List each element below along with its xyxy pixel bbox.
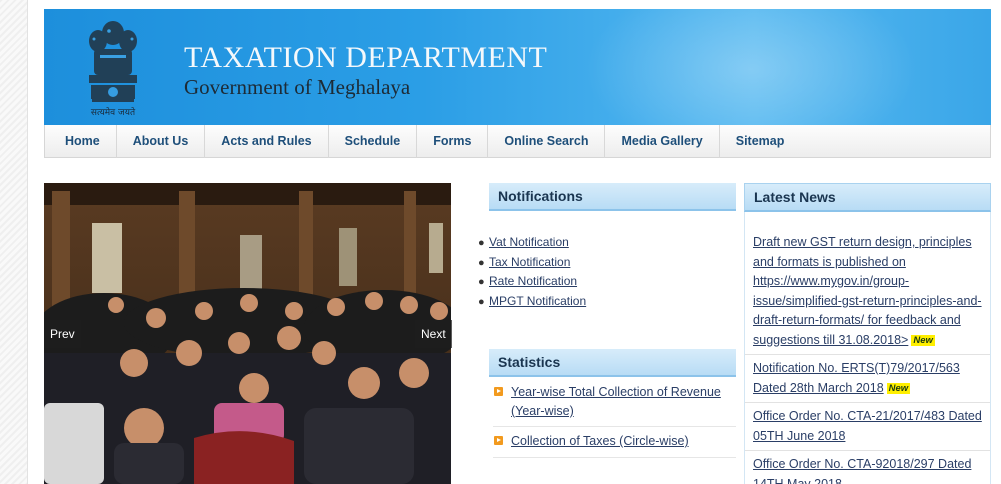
- news-link-erts-notification[interactable]: Notification No. ERTS(T)79/2017/563 Date…: [753, 361, 960, 395]
- rate-notification-link[interactable]: Rate Notification: [489, 274, 577, 288]
- statistics-heading: Statistics: [489, 349, 736, 377]
- mpgt-notification-link[interactable]: MPGT Notification: [489, 294, 586, 308]
- news-link-gst-draft[interactable]: Draft new GST return design, principles …: [753, 235, 982, 347]
- nav-schedule[interactable]: Schedule: [329, 124, 418, 158]
- slideshow-next-button[interactable]: Next: [415, 320, 452, 348]
- notifications-list: ● Vat Notification ● Tax Notification ● Rat…: [478, 233, 586, 311]
- slideshow-prev-button[interactable]: Prev: [44, 320, 81, 348]
- latest-news-heading: Latest News: [744, 183, 991, 212]
- main-navigation: Home About Us Acts and Rules Schedule Fo…: [44, 124, 991, 158]
- nav-sitemap[interactable]: Sitemap: [720, 125, 801, 158]
- circle-wise-collection-link[interactable]: Collection of Taxes (Circle-wise): [511, 434, 689, 448]
- site-title: TAXATION DEPARTMENT: [184, 41, 548, 74]
- tax-notification-link[interactable]: Tax Notification: [489, 255, 570, 269]
- notification-item: ● Vat Notification: [478, 233, 586, 253]
- latest-news-list: Draft new GST return design, principles …: [744, 212, 991, 484]
- new-badge: New: [911, 334, 935, 346]
- nav-forms[interactable]: Forms: [417, 124, 489, 158]
- site-subtitle: Government of Meghalaya: [184, 75, 411, 99]
- slideshow-photo: [44, 183, 451, 484]
- nav-online-search[interactable]: Online Search: [488, 124, 606, 158]
- site-header-banner: सत्यमेव जयते TAXATION DEPARTMENT Governm…: [44, 9, 991, 125]
- notification-item: ● Tax Notification: [478, 253, 586, 273]
- news-item: Notification No. ERTS(T)79/2017/563 Date…: [745, 355, 990, 403]
- statistics-item: Collection of Taxes (Circle-wise): [493, 432, 736, 458]
- new-badge: New: [886, 382, 911, 394]
- nav-acts-and-rules[interactable]: Acts and Rules: [205, 124, 329, 158]
- bullet-icon: ●: [478, 295, 485, 308]
- notification-item: ● MPGT Notification: [478, 292, 586, 312]
- orange-arrow-icon: [494, 436, 503, 445]
- news-item: Office Order No. CTA-92018/297 Dated 14T…: [745, 451, 990, 484]
- statistics-list: Year-wise Total Collection of Revenue (Y…: [493, 383, 736, 458]
- statistics-item: Year-wise Total Collection of Revenue (Y…: [493, 383, 736, 427]
- emblem-motto: सत्यमेव जयते: [90, 108, 136, 118]
- orange-arrow-icon: [494, 387, 503, 396]
- news-item: Office Order No. CTA-21/2017/483 Dated 0…: [745, 403, 990, 451]
- nav-about-us[interactable]: About Us: [117, 124, 206, 158]
- news-link-cta-21-order[interactable]: Office Order No. CTA-21/2017/483 Dated 0…: [753, 409, 982, 443]
- bullet-icon: ●: [478, 276, 485, 288]
- notification-item: ● Rate Notification: [478, 272, 586, 292]
- nav-media-gallery[interactable]: Media Gallery: [605, 124, 720, 158]
- news-link-cta-92018-order[interactable]: Office Order No. CTA-92018/297 Dated 14T…: [753, 457, 971, 484]
- bullet-icon: ●: [478, 237, 485, 249]
- left-pattern-strip: [0, 0, 28, 484]
- photo-slideshow: [44, 183, 451, 484]
- nav-home[interactable]: Home: [45, 124, 117, 158]
- year-wise-collection-link[interactable]: Year-wise Total Collection of Revenue (Y…: [511, 385, 721, 418]
- notifications-heading: Notifications: [489, 183, 736, 211]
- news-item: Draft new GST return design, principles …: [745, 212, 990, 355]
- vat-notification-link[interactable]: Vat Notification: [489, 235, 569, 249]
- bullet-icon: ●: [478, 256, 485, 269]
